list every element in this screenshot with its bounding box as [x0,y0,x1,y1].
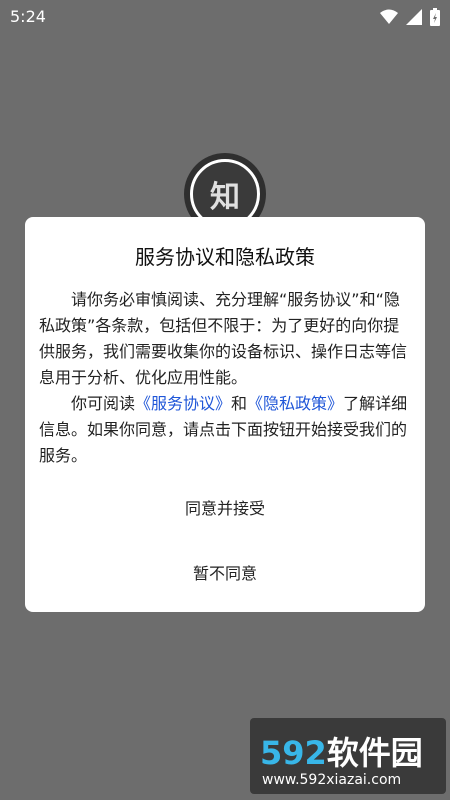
privacy-policy-link[interactable]: 《隐私政策》 [247,394,343,413]
agree-button[interactable]: 同意并接受 [25,495,425,519]
watermark-title: 592软件园 [260,728,423,774]
dialog-title: 服务协议和隐私政策 [135,245,315,269]
watermark-url: www.592xiazai.com [262,772,402,788]
paragraph-2-and: 和 [231,394,248,413]
watermark-logo: 592软件园 www.592xiazai.com [250,718,446,794]
service-agreement-link[interactable]: 《服务协议》 [135,394,231,413]
watermark-name: 软件园 [326,734,423,772]
dialog-paragraph-2: 你可阅读《服务协议》和《隐私政策》了解详细信息。如果你同意，请点击下面按钮开始接… [39,391,411,469]
status-icons [380,8,440,30]
paragraph-2-prefix: 你可阅读 [71,394,136,413]
status-bar: 5:24 [0,0,450,34]
disagree-button[interactable]: 暂不同意 [25,560,425,584]
dialog-body: 请你务必审慎阅读、充分理解“服务协议”和“隐私政策”各条款，包括但不限于：为了更… [39,287,411,469]
dialog-paragraph-1: 请你务必审慎阅读、充分理解“服务协议”和“隐私政策”各条款，包括但不限于：为了更… [39,290,408,387]
status-time: 5:24 [10,7,46,26]
battery-icon [430,8,440,30]
privacy-dialog: 服务协议和隐私政策 请你务必审慎阅读、充分理解“服务协议”和“隐私政策”各条款，… [25,217,425,612]
signal-icon [406,9,422,29]
wifi-icon [380,9,398,29]
watermark-number: 592 [260,734,327,772]
